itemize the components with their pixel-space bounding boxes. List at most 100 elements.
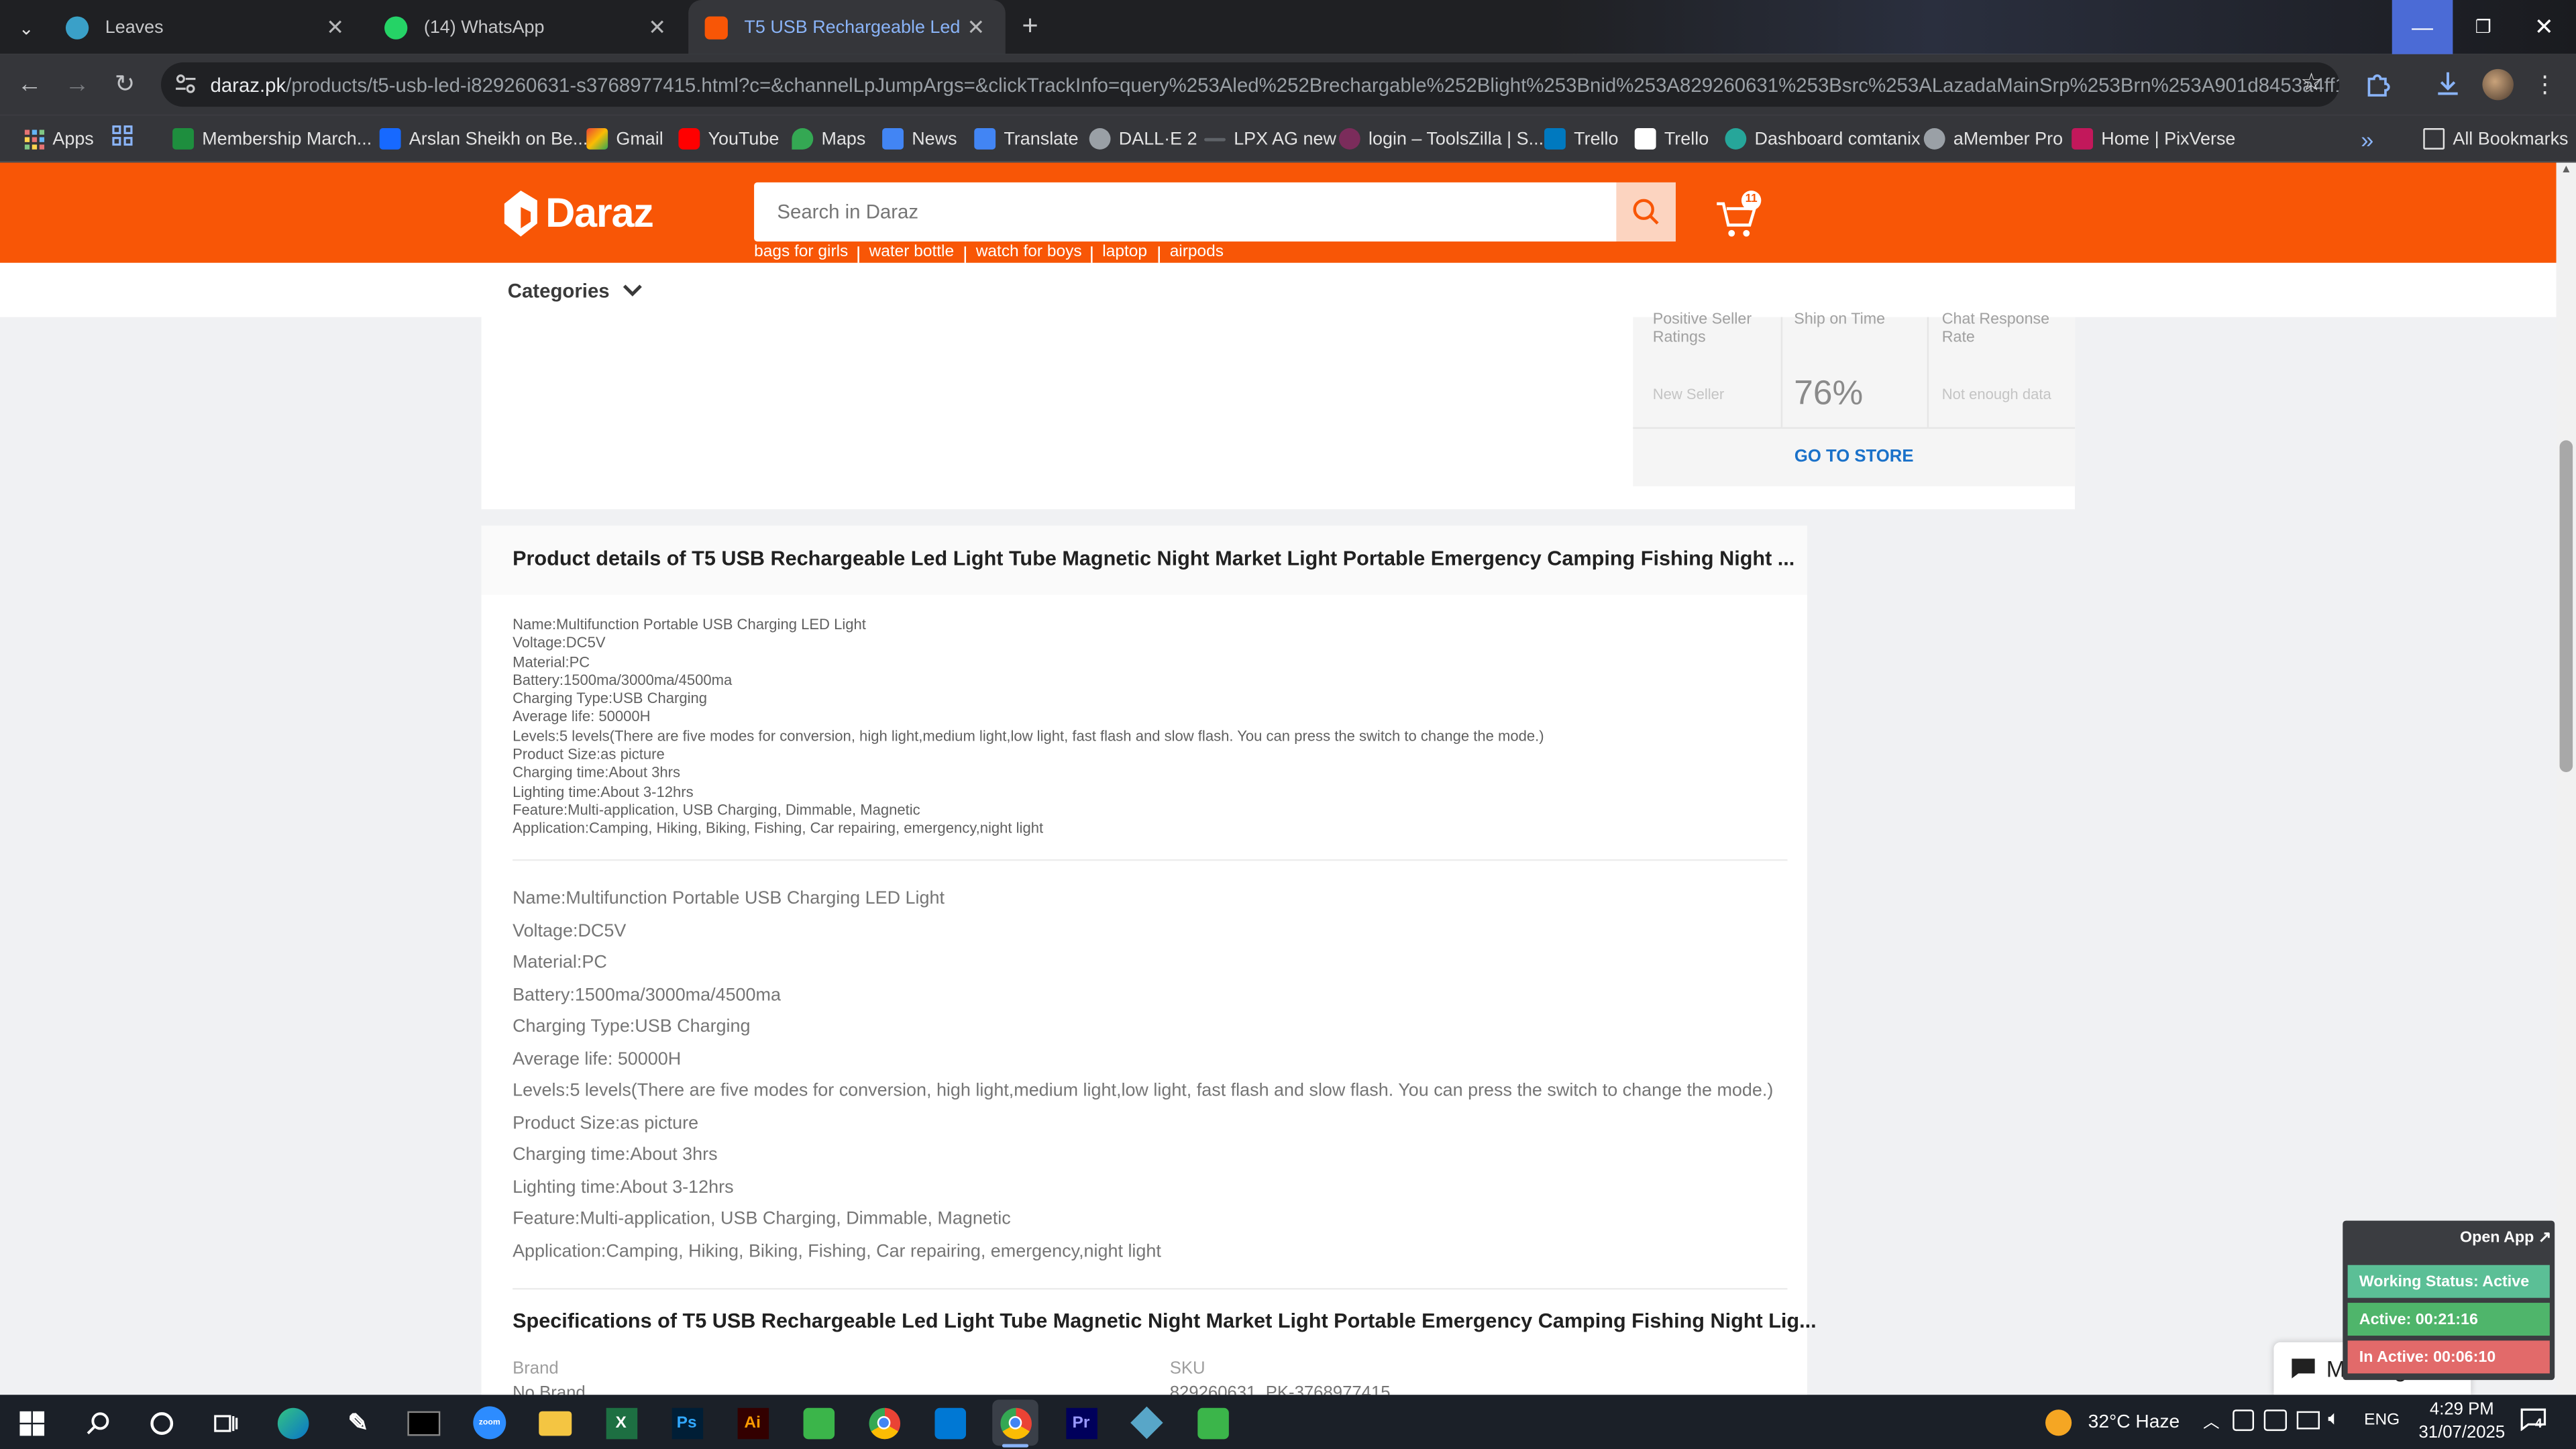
all-bookmarks-button[interactable]: All Bookmarks <box>2423 115 2569 162</box>
notification-center-button[interactable]: 4 <box>2520 1408 2550 1434</box>
close-tab-icon[interactable]: ✕ <box>322 14 348 40</box>
profile-avatar[interactable] <box>2482 68 2514 101</box>
hot-search-laptop[interactable]: laptop <box>1102 243 1147 261</box>
description-line: Voltage:DC5V <box>513 635 606 651</box>
extensions-icon[interactable] <box>2364 69 2394 99</box>
illustrator-icon: Ai <box>737 1407 768 1439</box>
description-list-item: Product Size:as picture <box>513 1113 699 1133</box>
hot-search-watch[interactable]: watch for boys <box>976 243 1082 261</box>
close-tab-icon[interactable]: ✕ <box>963 14 989 40</box>
hot-search-bags[interactable]: bags for girls <box>754 243 848 261</box>
bookmark-gmail[interactable]: Gmail <box>586 115 663 162</box>
green-app-icon <box>1197 1407 1228 1439</box>
taskbar-excel[interactable]: X <box>598 1400 644 1446</box>
clock-date[interactable]: 31/07/2025 <box>2415 1423 2509 1442</box>
clock-time[interactable]: 4:29 PM <box>2425 1400 2499 1419</box>
download-icon[interactable] <box>2433 69 2463 99</box>
bookmark-amember[interactable]: aMember Pro <box>1923 115 2063 162</box>
categories-bar <box>0 262 2557 317</box>
description-list-item: Levels:5 levels(There are five modes for… <box>513 1081 1774 1101</box>
taskbar-illustrator[interactable]: Ai <box>729 1400 775 1446</box>
taskbar-photoshop[interactable]: Ps <box>663 1400 710 1446</box>
description-list-item: Charging time:About 3hrs <box>513 1144 718 1165</box>
go-to-store-link[interactable]: GO TO STORE <box>1633 447 2075 466</box>
bookmark-membership[interactable]: Membership March... <box>172 115 372 162</box>
weather-widget[interactable]: 32°C Haze <box>2045 1406 2180 1439</box>
taskbar-terminal[interactable] <box>401 1400 447 1446</box>
scroll-up-arrow-icon[interactable]: ▲ <box>2558 164 2574 178</box>
description-line: Name:Multifunction Portable USB Charging… <box>513 616 866 633</box>
page-scrollbar[interactable] <box>2556 162 2576 1395</box>
tray-display-icon[interactable] <box>2296 1411 2320 1430</box>
tab-search-icon[interactable]: ⌄ <box>10 13 43 43</box>
daraz-logo-icon <box>504 191 537 237</box>
hot-search-water-bottle[interactable]: water bottle <box>869 243 955 261</box>
address-bar[interactable]: daraz.pk/products/t5-usb-led-i829260631-… <box>161 62 2340 107</box>
new-tab-button[interactable]: + <box>1014 10 1046 43</box>
open-app-button[interactable]: Open App ↗ <box>2453 1229 2551 1247</box>
cart-button[interactable]: 11 <box>1715 191 1764 241</box>
description-list-item: Material:PC <box>513 953 607 973</box>
tray-meet-icon[interactable] <box>2233 1409 2255 1432</box>
start-button[interactable] <box>8 1400 54 1446</box>
tab-groups-icon[interactable] <box>112 125 133 146</box>
tray-volume-icon[interactable]: 🔈︎ <box>2328 1406 2351 1431</box>
taskbar-search-button[interactable] <box>74 1400 120 1446</box>
site-info-icon[interactable] <box>174 72 197 95</box>
tray-network-icon[interactable] <box>2263 1409 2288 1432</box>
bookmark-translate[interactable]: Translate <box>974 115 1079 162</box>
tab-whatsapp[interactable]: (14) WhatsApp ✕ <box>368 0 687 54</box>
taskbar-premiere[interactable]: Pr <box>1058 1400 1104 1446</box>
close-tab-icon[interactable]: ✕ <box>644 14 670 40</box>
forward-button[interactable]: → <box>58 64 97 104</box>
taskbar-edge[interactable] <box>270 1400 316 1446</box>
task-view-button[interactable] <box>202 1400 248 1446</box>
bookmark-apps[interactable]: Apps <box>24 115 94 162</box>
browser-menu-icon[interactable]: ⋮ <box>2533 66 2556 102</box>
more-bookmarks-button[interactable]: » <box>2361 115 2373 162</box>
bookmark-pixverse[interactable]: Home | PixVerse <box>2072 115 2235 162</box>
taskbar-chrome-active[interactable] <box>992 1399 1038 1446</box>
categories-dropdown[interactable]: Categories <box>508 278 643 304</box>
taskbar-pen[interactable]: ✎ <box>335 1400 382 1446</box>
chrome-icon <box>1000 1407 1031 1439</box>
taskbar-vscode[interactable] <box>926 1400 973 1446</box>
bookmark-dalle[interactable]: DALL·E 2 <box>1089 115 1197 162</box>
search-button[interactable] <box>1616 182 1676 242</box>
bookmark-trello-2[interactable]: Trello <box>1634 115 1709 162</box>
taskbar-app-green-2[interactable] <box>1189 1400 1236 1446</box>
tab-leaves[interactable]: Leaves ✕ <box>49 0 364 54</box>
bookmark-trello-1[interactable]: Trello <box>1544 115 1619 162</box>
taskbar-explorer[interactable] <box>532 1400 578 1446</box>
minimize-button[interactable]: — <box>2392 0 2453 54</box>
tab-daraz-product[interactable]: T5 USB Rechargeable Led Light ✕ <box>688 0 1006 54</box>
chrome-icon <box>868 1407 900 1439</box>
bookmark-youtube[interactable]: YouTube <box>678 115 779 162</box>
daraz-logo[interactable]: Daraz <box>502 187 654 239</box>
language-indicator[interactable]: ENG <box>2364 1411 2400 1430</box>
cortana-button[interactable] <box>138 1400 184 1446</box>
back-button[interactable]: ← <box>10 64 50 104</box>
bookmark-maps[interactable]: Maps <box>792 115 865 162</box>
restore-button[interactable]: ❐ <box>2453 0 2514 54</box>
hot-search-separator <box>1158 246 1160 263</box>
taskbar-chrome[interactable] <box>861 1400 907 1446</box>
bookmark-star-icon[interactable]: ☆ <box>2295 67 2328 100</box>
close-window-button[interactable]: ✕ <box>2514 0 2575 54</box>
inactive-time-row: In Active: 00:06:10 <box>2347 1340 2550 1374</box>
search-input[interactable]: Search in Daraz <box>754 182 1617 242</box>
bookmark-comtanix[interactable]: Dashboard comtanix <box>1725 115 1921 162</box>
taskbar-app-diamond[interactable] <box>1124 1400 1170 1446</box>
bookmark-news[interactable]: News <box>882 115 957 162</box>
specs-divider <box>513 1288 1788 1290</box>
page-scrollbar-thumb[interactable] <box>2559 440 2573 773</box>
tray-chevron-up-icon[interactable]: ︿ <box>2200 1408 2222 1433</box>
taskbar-app-green-1[interactable] <box>795 1400 841 1446</box>
taskbar-zoom[interactable]: zoom <box>467 1400 513 1446</box>
bookmark-behance[interactable]: Arslan Sheikh on Be... <box>379 115 588 162</box>
reload-button[interactable]: ↻ <box>105 64 145 104</box>
bookmark-toolszilla[interactable]: login – ToolsZilla | S... <box>1338 115 1544 162</box>
spec-sku-label: SKU <box>1169 1358 1205 1379</box>
bookmark-lpx[interactable]: LPX AG new <box>1204 115 1336 162</box>
hot-search-airpods[interactable]: airpods <box>1170 243 1224 261</box>
